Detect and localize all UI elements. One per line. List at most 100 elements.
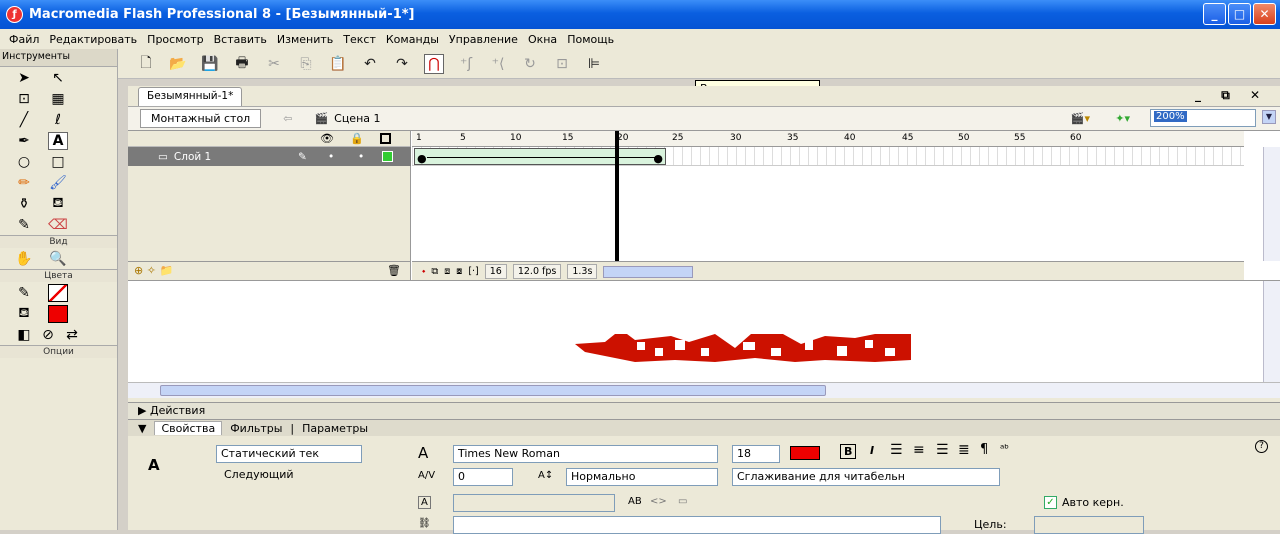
- stage-vscroll[interactable]: [1263, 281, 1280, 383]
- frames-area[interactable]: 1 5 10 15 20 25 30 35 40 45 50 55 60 ● ●: [412, 131, 1244, 261]
- paint-bucket-tool-icon[interactable]: ⛾: [48, 195, 68, 213]
- black-white-icon[interactable]: ◧: [14, 326, 34, 344]
- delete-layer-icon[interactable]: 🗑: [387, 264, 401, 277]
- save-icon[interactable]: 💾: [200, 54, 220, 74]
- zoom-input[interactable]: 200%: [1150, 109, 1256, 127]
- onion-markers-icon[interactable]: [·]: [468, 266, 478, 277]
- text-color-swatch[interactable]: [790, 446, 820, 460]
- stage-text-graphic[interactable]: [575, 330, 915, 364]
- add-guide-icon[interactable]: ✧: [147, 264, 156, 277]
- straighten-icon[interactable]: ⁺⟨: [488, 54, 508, 74]
- help-icon[interactable]: ?: [1255, 440, 1268, 453]
- eyedropper-tool-icon[interactable]: ✎: [14, 216, 34, 234]
- stage[interactable]: [128, 280, 1280, 384]
- outline-color-box[interactable]: [382, 151, 393, 162]
- paste-icon[interactable]: 📋: [328, 54, 348, 74]
- eraser-tool-icon[interactable]: ⌫: [48, 216, 68, 234]
- line-tool-icon[interactable]: ╱: [14, 111, 34, 129]
- lasso-tool-icon[interactable]: ℓ: [48, 111, 68, 129]
- scale-icon[interactable]: ⊡: [552, 54, 572, 74]
- paragraph-icon[interactable]: ¶: [980, 442, 988, 457]
- subselect-tool-icon[interactable]: ↖: [48, 69, 68, 87]
- lock-dot[interactable]: •: [358, 151, 364, 163]
- undo-icon[interactable]: ↶: [360, 54, 380, 74]
- rotate-skew-icon[interactable]: ↻: [520, 54, 540, 74]
- smooth-icon[interactable]: ⁺ʃ: [456, 54, 476, 74]
- pen-tool-icon[interactable]: ✒: [14, 132, 34, 150]
- antialias-select[interactable]: Сглаживание для читабельн: [732, 468, 1000, 486]
- stroke-color-swatch[interactable]: [48, 283, 68, 302]
- zoom-dropdown-icon[interactable]: ▼: [1262, 110, 1276, 124]
- url-input[interactable]: [453, 516, 941, 534]
- lock-icon[interactable]: 🔒: [350, 132, 364, 145]
- hand-tool-icon[interactable]: ✋: [14, 250, 34, 268]
- menu-commands[interactable]: Команды: [381, 33, 444, 46]
- add-folder-icon[interactable]: 📁: [159, 264, 173, 277]
- italic-icon[interactable]: I: [870, 444, 874, 457]
- close-button[interactable]: ✕: [1253, 3, 1276, 25]
- menu-modify[interactable]: Изменить: [272, 33, 338, 46]
- new-file-icon[interactable]: 🗋: [136, 54, 156, 74]
- code-icon[interactable]: <>: [650, 496, 667, 507]
- print-icon[interactable]: 🖶: [232, 54, 252, 74]
- actions-panel-header[interactable]: ▶ Действия: [128, 402, 1280, 419]
- text-orientation-icon[interactable]: ᵃᵇ: [1000, 442, 1009, 455]
- visibility-dot[interactable]: •: [328, 151, 334, 163]
- add-layer-icon[interactable]: ⊕: [134, 264, 143, 277]
- motion-tween[interactable]: ● ●: [414, 148, 666, 165]
- swap-colors-icon[interactable]: ⇄: [62, 326, 82, 344]
- snap-magnet-icon[interactable]: ⋂: [424, 53, 444, 74]
- text-tool-icon[interactable]: A: [48, 131, 68, 150]
- stage-hscroll[interactable]: [128, 382, 1280, 398]
- html-icon[interactable]: AB: [628, 496, 642, 507]
- outline-icon[interactable]: [380, 133, 391, 144]
- copy-icon[interactable]: ⎘: [296, 54, 316, 74]
- zoom-tool-icon[interactable]: 🔍: [48, 250, 68, 268]
- menu-control[interactable]: Управление: [444, 33, 523, 46]
- justify-icon[interactable]: ≣: [958, 442, 970, 458]
- back-arrow-icon[interactable]: ⇦: [283, 112, 292, 125]
- tracking-input[interactable]: 0: [453, 468, 513, 486]
- cut-icon[interactable]: ✂: [264, 54, 284, 74]
- eye-icon[interactable]: 👁: [320, 132, 334, 145]
- font-select[interactable]: Times New Roman: [453, 445, 718, 463]
- menu-help[interactable]: Помощь: [562, 33, 619, 46]
- scene-label[interactable]: Сцена 1: [334, 112, 380, 125]
- align-left-icon[interactable]: ☰: [890, 442, 903, 458]
- tab-filters[interactable]: Фильтры: [230, 422, 282, 435]
- menu-view[interactable]: Просмотр: [142, 33, 208, 46]
- font-size-input[interactable]: 18: [732, 445, 780, 463]
- menu-file[interactable]: Файл: [4, 33, 44, 46]
- tab-properties[interactable]: Свойства: [154, 421, 223, 435]
- edit-multiple-icon[interactable]: ⧇: [456, 266, 462, 277]
- free-transform-tool-icon[interactable]: ⊡: [14, 90, 34, 108]
- edit-symbol-icon[interactable]: ✦▾: [1115, 112, 1130, 125]
- document-tab[interactable]: Безымянный-1*: [138, 87, 243, 106]
- onion-outline-icon[interactable]: ⧈: [444, 266, 450, 277]
- text-type-select[interactable]: Статический тек: [216, 445, 362, 463]
- stage-button[interactable]: Монтажный стол: [140, 109, 262, 128]
- menu-window[interactable]: Окна: [523, 33, 562, 46]
- maximize-button[interactable]: □: [1228, 3, 1251, 25]
- timeline-vscroll[interactable]: [1263, 147, 1280, 261]
- layer-row[interactable]: ▭ Слой 1 ✎ • •: [128, 147, 411, 166]
- baseline-select[interactable]: Нормально: [566, 468, 718, 486]
- oval-tool-icon[interactable]: ○: [14, 153, 34, 171]
- playhead[interactable]: [615, 131, 619, 261]
- menu-edit[interactable]: Редактировать: [44, 33, 142, 46]
- timeline-hscroll[interactable]: [603, 265, 694, 278]
- align-center-icon[interactable]: ≡: [913, 442, 925, 458]
- onion-skin-icon[interactable]: ⧉: [431, 266, 438, 277]
- center-frame-icon[interactable]: ⬩: [422, 266, 425, 277]
- redo-icon[interactable]: ↷: [392, 54, 412, 74]
- bold-icon[interactable]: B: [840, 444, 857, 459]
- minimize-button[interactable]: _: [1203, 3, 1226, 25]
- border-icon[interactable]: ▭: [678, 496, 687, 507]
- fill-color-swatch[interactable]: [48, 304, 68, 323]
- brush-tool-icon[interactable]: 🖌: [48, 174, 68, 192]
- pencil-tool-icon[interactable]: ✏: [14, 174, 34, 192]
- menu-insert[interactable]: Вставить: [209, 33, 272, 46]
- selectable-icon[interactable]: A: [418, 496, 431, 509]
- autokern-checkbox[interactable]: ✓: [1044, 496, 1057, 509]
- document-window-controls[interactable]: _ ⧉ ✕: [1195, 88, 1268, 103]
